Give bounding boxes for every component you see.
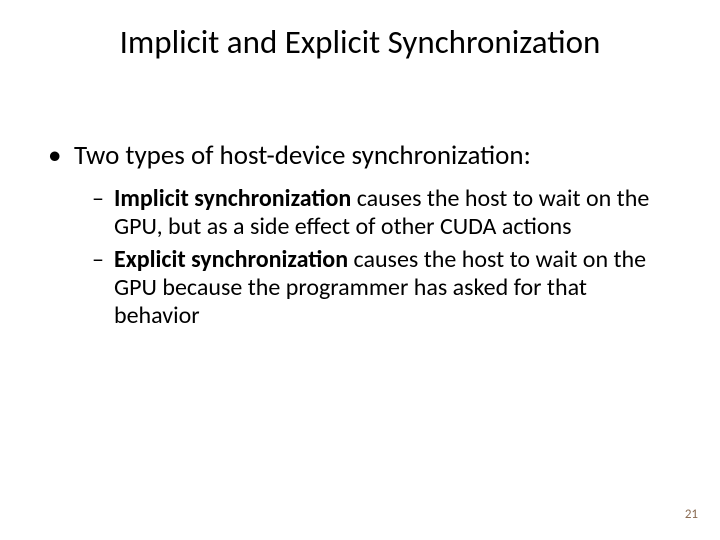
slide-title: Implicit and Explicit Synchronization xyxy=(0,22,720,62)
slide-body: Two types of host-device synchronization… xyxy=(48,140,672,335)
bullet-level2: Implicit synchronization causes the host… xyxy=(92,185,672,242)
bullet-level1: Two types of host-device synchronization… xyxy=(48,140,672,171)
bullet-bold-term: Explicit synchronization xyxy=(114,245,348,274)
slide: Implicit and Explicit Synchronization Tw… xyxy=(0,0,720,540)
page-number: 21 xyxy=(685,507,698,522)
bullet-level2: Explicit synchronization causes the host… xyxy=(92,246,672,331)
bullet-bold-term: Implicit synchronization xyxy=(114,184,351,213)
